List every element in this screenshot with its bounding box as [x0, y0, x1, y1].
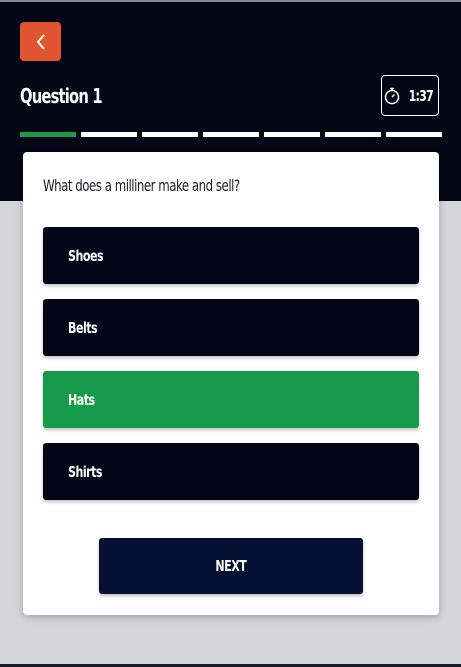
stopwatch-icon: [384, 87, 400, 104]
progress-segment: [142, 132, 198, 137]
answer-option-label: Belts: [68, 318, 98, 337]
progress-segment: [203, 132, 259, 137]
answer-option-label: Shirts: [68, 462, 103, 481]
timer-text: 1:37: [408, 86, 434, 105]
answer-option-shoes[interactable]: Shoes: [43, 227, 419, 284]
next-button[interactable]: NEXT: [99, 538, 363, 594]
question-text: What does a milliner make and sell?: [43, 176, 240, 195]
answer-option-label: Hats: [68, 390, 95, 409]
next-button-label: NEXT: [215, 557, 247, 575]
answer-option-shirts[interactable]: Shirts: [43, 443, 419, 500]
question-card: What does a milliner make and sell? Shoe…: [23, 152, 439, 615]
back-button[interactable]: [20, 22, 61, 61]
answer-option-belts[interactable]: Belts: [43, 299, 419, 356]
question-number-title: Question 1: [20, 84, 103, 108]
progress-segment: [264, 132, 320, 137]
timer-badge: 1:37: [381, 75, 439, 116]
progress-segment: [325, 132, 381, 137]
question-progress-bar: [20, 132, 442, 137]
answer-option-hats[interactable]: Hats: [43, 371, 419, 428]
chevron-left-icon: [36, 33, 45, 50]
progress-segment: [20, 132, 76, 137]
answer-option-label: Shoes: [68, 246, 104, 265]
progress-segment: [386, 132, 442, 137]
progress-segment: [81, 132, 137, 137]
